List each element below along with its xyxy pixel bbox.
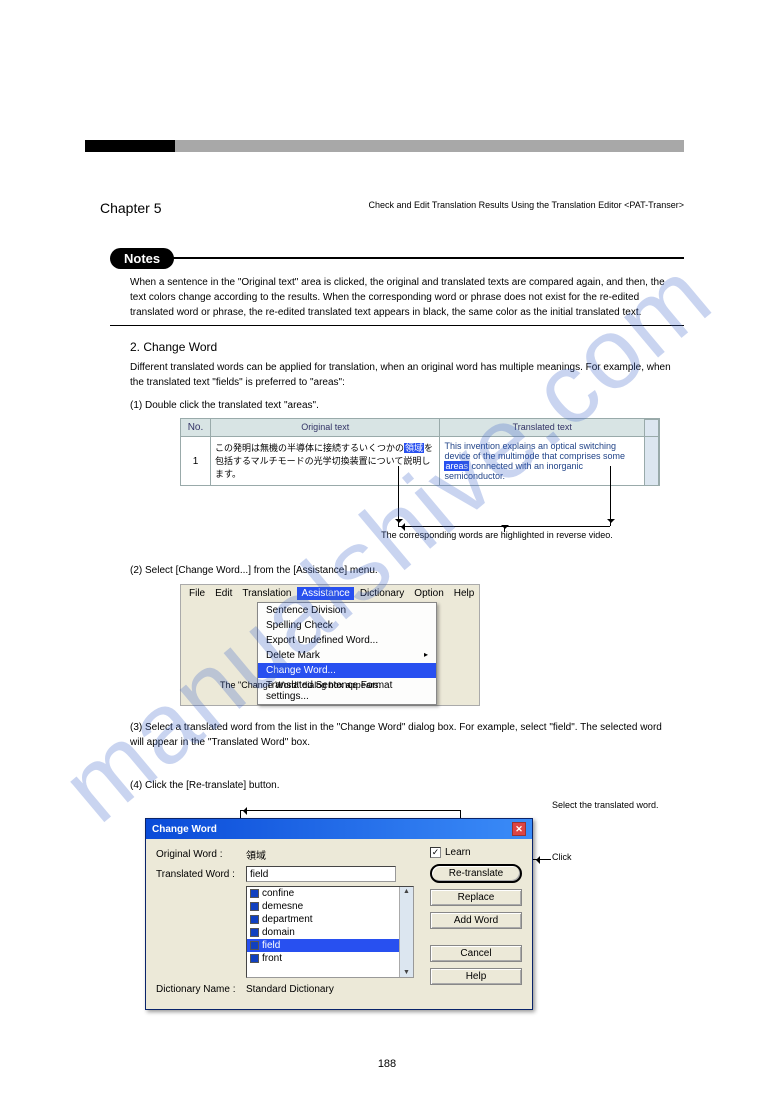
menu-help[interactable]: Help [450,587,479,600]
arrow-icon [398,466,399,526]
menu-dictionary[interactable]: Dictionary [356,587,408,600]
list-item: demesne [247,900,399,913]
checkbox-icon [250,915,259,924]
menu-row: File Edit Translation Assistance Diction… [181,585,479,602]
menu-item-export-undefined[interactable]: Export Undefined Word... [258,633,436,648]
annotation-select: Select the translated word. [552,800,692,810]
orig-highlight: 領域 [404,443,424,453]
close-button[interactable]: ✕ [512,822,526,836]
checkbox-icon [250,941,259,950]
section-intro: Different translated words can be applie… [130,360,674,390]
col-header-translated: Translated text [440,419,645,436]
tran-highlight: areas [444,461,469,471]
menu-assistance[interactable]: Assistance [297,587,353,600]
scrollbar[interactable] [645,436,659,485]
checkbox-icon [250,928,259,937]
menu-file[interactable]: File [185,587,209,600]
list-item: department [247,913,399,926]
checkbox-icon: ✓ [430,847,441,858]
menu-item-sentence-division[interactable]: Sentence Division [258,603,436,618]
orig-text-pre: この発明は無機の半導体に接続するいくつかの [215,443,404,453]
checkbox-icon [250,902,259,911]
arrow-connector [240,810,460,811]
chapter-right: Check and Edit Translation Results Using… [369,200,684,216]
translation-table: No. Original text Translated text 1 この発明… [180,418,660,486]
watermark: manualshive.com [41,237,734,845]
translated-text-cell[interactable]: This invention explains an optical switc… [440,436,645,485]
table-row: 1 この発明は無機の半導体に接続するいくつかの領域を包括するマルチモードの光学切… [181,436,659,485]
menu-item-spelling-check[interactable]: Spelling Check [258,618,436,633]
original-word-label: Original Word : [156,849,246,860]
tran-text-pre: This invention explains an optical switc… [444,441,625,461]
chapter-heading: Chapter 5 Check and Edit Translation Res… [100,200,684,216]
step-1: (1) Double click the translated text "ar… [130,400,674,411]
annotation-click: Click [552,852,692,862]
learn-checkbox[interactable]: ✓ Learn [430,847,522,858]
arrow-icon [610,466,611,526]
row-number: 1 [181,436,211,485]
dictionary-name-value: Standard Dictionary [246,984,334,995]
chapter-left: Chapter 5 [100,200,161,216]
step-4: (4) Click the [Re-translate] button. [130,780,674,791]
page-number: 188 [0,1058,774,1070]
dictionary-name-label: Dictionary Name : [156,984,246,995]
divider [110,325,684,326]
menu-edit[interactable]: Edit [211,587,236,600]
step-3: (3) Select a translated word from the li… [130,720,674,750]
col-header-no: No. [181,419,211,436]
list-item: confine [247,887,399,900]
original-text-cell[interactable]: この発明は無機の半導体に接続するいくつかの領域を包括するマルチモードの光学切換装… [211,436,441,485]
help-button[interactable]: Help [430,968,522,985]
original-word-value: 領域 [246,847,266,862]
replace-button[interactable]: Replace [430,889,522,906]
checkbox-icon [250,889,259,898]
step-2: (2) Select [Change Word...] from the [As… [130,565,674,576]
arrow-icon [533,859,551,860]
translated-word-input[interactable] [246,866,396,882]
change-word-dialog: Change Word ✕ Original Word : 領域 Transla… [145,818,533,1010]
table-annotation: The corresponding words are highlighted … [320,530,674,540]
notes-rule [172,257,684,259]
col-header-original: Original text [211,419,441,436]
add-word-button[interactable]: Add Word [430,912,522,929]
menu-translation[interactable]: Translation [238,587,295,600]
list-item-selected: field [247,939,399,952]
cancel-button[interactable]: Cancel [430,945,522,962]
table-header: No. Original text Translated text [181,419,659,436]
list-item: front [247,952,399,965]
list-item: domain [247,926,399,939]
menu-option[interactable]: Option [410,587,447,600]
checkbox-icon [250,954,259,963]
learn-label: Learn [445,847,471,858]
menu-item-change-word[interactable]: Change Word... [258,663,436,678]
retranslate-button[interactable]: Re-translate [430,864,522,883]
word-listbox[interactable]: confine demesne department domain field … [246,886,414,978]
translated-word-label: Translated Word : [156,869,246,880]
notes-header: Notes [110,247,684,269]
notes-body: When a sentence in the "Original text" a… [130,275,674,320]
menu-annotation: The "Change Word" dialog box appears. [220,680,674,690]
scrollbar-head [645,419,659,436]
notes-badge: Notes [110,248,174,269]
dialog-titlebar: Change Word ✕ [146,819,532,839]
listbox-scrollbar[interactable] [399,887,413,977]
dialog-title: Change Word [152,824,217,835]
page-header-bar [85,140,684,152]
menu-item-delete-mark[interactable]: Delete Mark [258,648,436,663]
section-title: 2. Change Word [130,340,217,354]
